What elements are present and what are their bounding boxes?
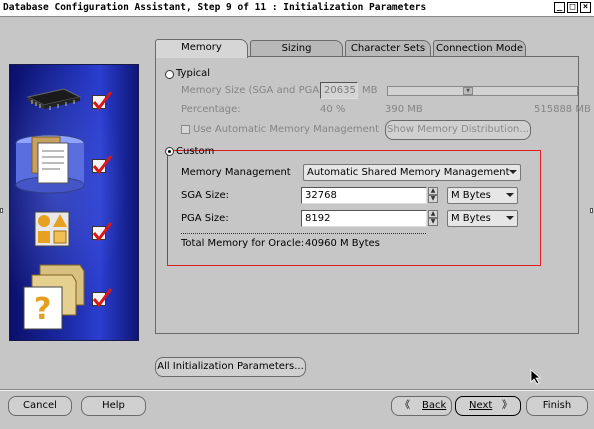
- step-complete-checkbox: [92, 222, 113, 241]
- close-button[interactable]: ×: [580, 2, 591, 13]
- back-button[interactable]: 《 Back: [391, 396, 452, 416]
- chevron-down-icon: [509, 170, 517, 174]
- spinner-down-icon[interactable]: ▼: [428, 218, 438, 226]
- minimize-button[interactable]: _: [554, 2, 565, 13]
- sga-unit-select[interactable]: M Bytes: [447, 187, 518, 204]
- pga-unit-value: M Bytes: [451, 213, 491, 224]
- memory-size-unit: MB: [362, 85, 378, 96]
- help-documents-icon: ?: [23, 264, 85, 330]
- memory-size-slider[interactable]: ▼: [387, 86, 578, 96]
- next-arrow-icon: 》: [502, 400, 512, 411]
- shapes-icon: [34, 211, 70, 247]
- memory-size-input[interactable]: 20635: [320, 82, 358, 99]
- slider-max-label: 515888 MB: [534, 104, 591, 115]
- percentage-value: 40 %: [320, 104, 346, 115]
- total-memory-value: 40960 M Bytes: [305, 238, 380, 249]
- amm-checkbox[interactable]: [181, 125, 190, 134]
- memory-chip-icon: [26, 88, 82, 110]
- typical-label: Typical: [176, 68, 210, 79]
- step-complete-checkbox: [92, 288, 113, 307]
- database-documents-icon: [15, 134, 85, 194]
- slider-thumb[interactable]: ▼: [463, 87, 473, 95]
- mouse-pointer-icon: [530, 369, 542, 385]
- all-initialization-parameters-button[interactable]: All Initialization Parameters...: [155, 357, 306, 377]
- memory-management-value: Automatic Shared Memory Management: [307, 167, 510, 178]
- slider-min-label: 390 MB: [385, 104, 423, 115]
- title-bar: Database Configuration Assistant, Step 9…: [0, 0, 594, 17]
- percentage-label: Percentage:: [181, 104, 241, 115]
- sga-size-spinner[interactable]: ▲ ▼: [428, 187, 438, 204]
- sga-size-input[interactable]: 32768: [301, 187, 427, 204]
- step-complete-checkbox: [92, 91, 113, 110]
- tab-connection-mode[interactable]: Connection Mode: [433, 40, 526, 57]
- back-label: Back: [422, 400, 447, 411]
- wizard-progress-panel: ?: [9, 64, 139, 341]
- pga-size-spinner[interactable]: ▲ ▼: [428, 210, 438, 227]
- next-label: Next: [469, 400, 493, 411]
- custom-radio[interactable]: [165, 147, 174, 156]
- back-arrow-icon: 《: [400, 400, 410, 411]
- spinner-up-icon[interactable]: ▲: [428, 187, 438, 195]
- maximize-button[interactable]: □: [567, 2, 578, 13]
- memory-management-select[interactable]: Automatic Shared Memory Management: [303, 164, 521, 181]
- show-memory-distribution-button[interactable]: Show Memory Distribution...: [385, 120, 531, 140]
- typical-radio[interactable]: [165, 70, 174, 79]
- tab-sizing[interactable]: Sizing: [250, 40, 343, 57]
- pga-size-input[interactable]: 8192: [301, 210, 427, 227]
- resize-handle-left[interactable]: [0, 208, 3, 213]
- tab-memory[interactable]: Memory: [155, 39, 248, 58]
- sga-size-label: SGA Size:: [181, 190, 230, 201]
- amm-checkbox-label: Use Automatic Memory Management: [193, 124, 380, 135]
- finish-button[interactable]: Finish: [526, 396, 588, 416]
- pga-unit-select[interactable]: M Bytes: [447, 210, 518, 227]
- next-button[interactable]: Next 》: [455, 396, 521, 416]
- spinner-down-icon[interactable]: ▼: [428, 195, 438, 203]
- tab-character-sets[interactable]: Character Sets: [345, 40, 431, 57]
- resize-handle-right[interactable]: [590, 208, 593, 213]
- separator: [181, 233, 426, 234]
- custom-label: Custom: [176, 146, 215, 157]
- memory-management-label: Memory Management: [181, 167, 291, 178]
- svg-text:?: ?: [34, 292, 51, 327]
- cancel-button[interactable]: Cancel: [8, 396, 72, 416]
- help-button[interactable]: Help: [81, 396, 146, 416]
- step-complete-checkbox: [92, 155, 113, 174]
- sga-unit-value: M Bytes: [451, 190, 491, 201]
- pga-size-label: PGA Size:: [181, 213, 229, 224]
- window-title: Database Configuration Assistant, Step 9…: [3, 2, 427, 13]
- spinner-up-icon[interactable]: ▲: [428, 210, 438, 218]
- memory-size-label: Memory Size (SGA and PGA):: [181, 85, 327, 96]
- footer-separator: [0, 389, 594, 391]
- total-memory-label: Total Memory for Oracle:: [181, 238, 305, 249]
- chevron-down-icon: [506, 193, 514, 197]
- chevron-down-icon: [506, 216, 514, 220]
